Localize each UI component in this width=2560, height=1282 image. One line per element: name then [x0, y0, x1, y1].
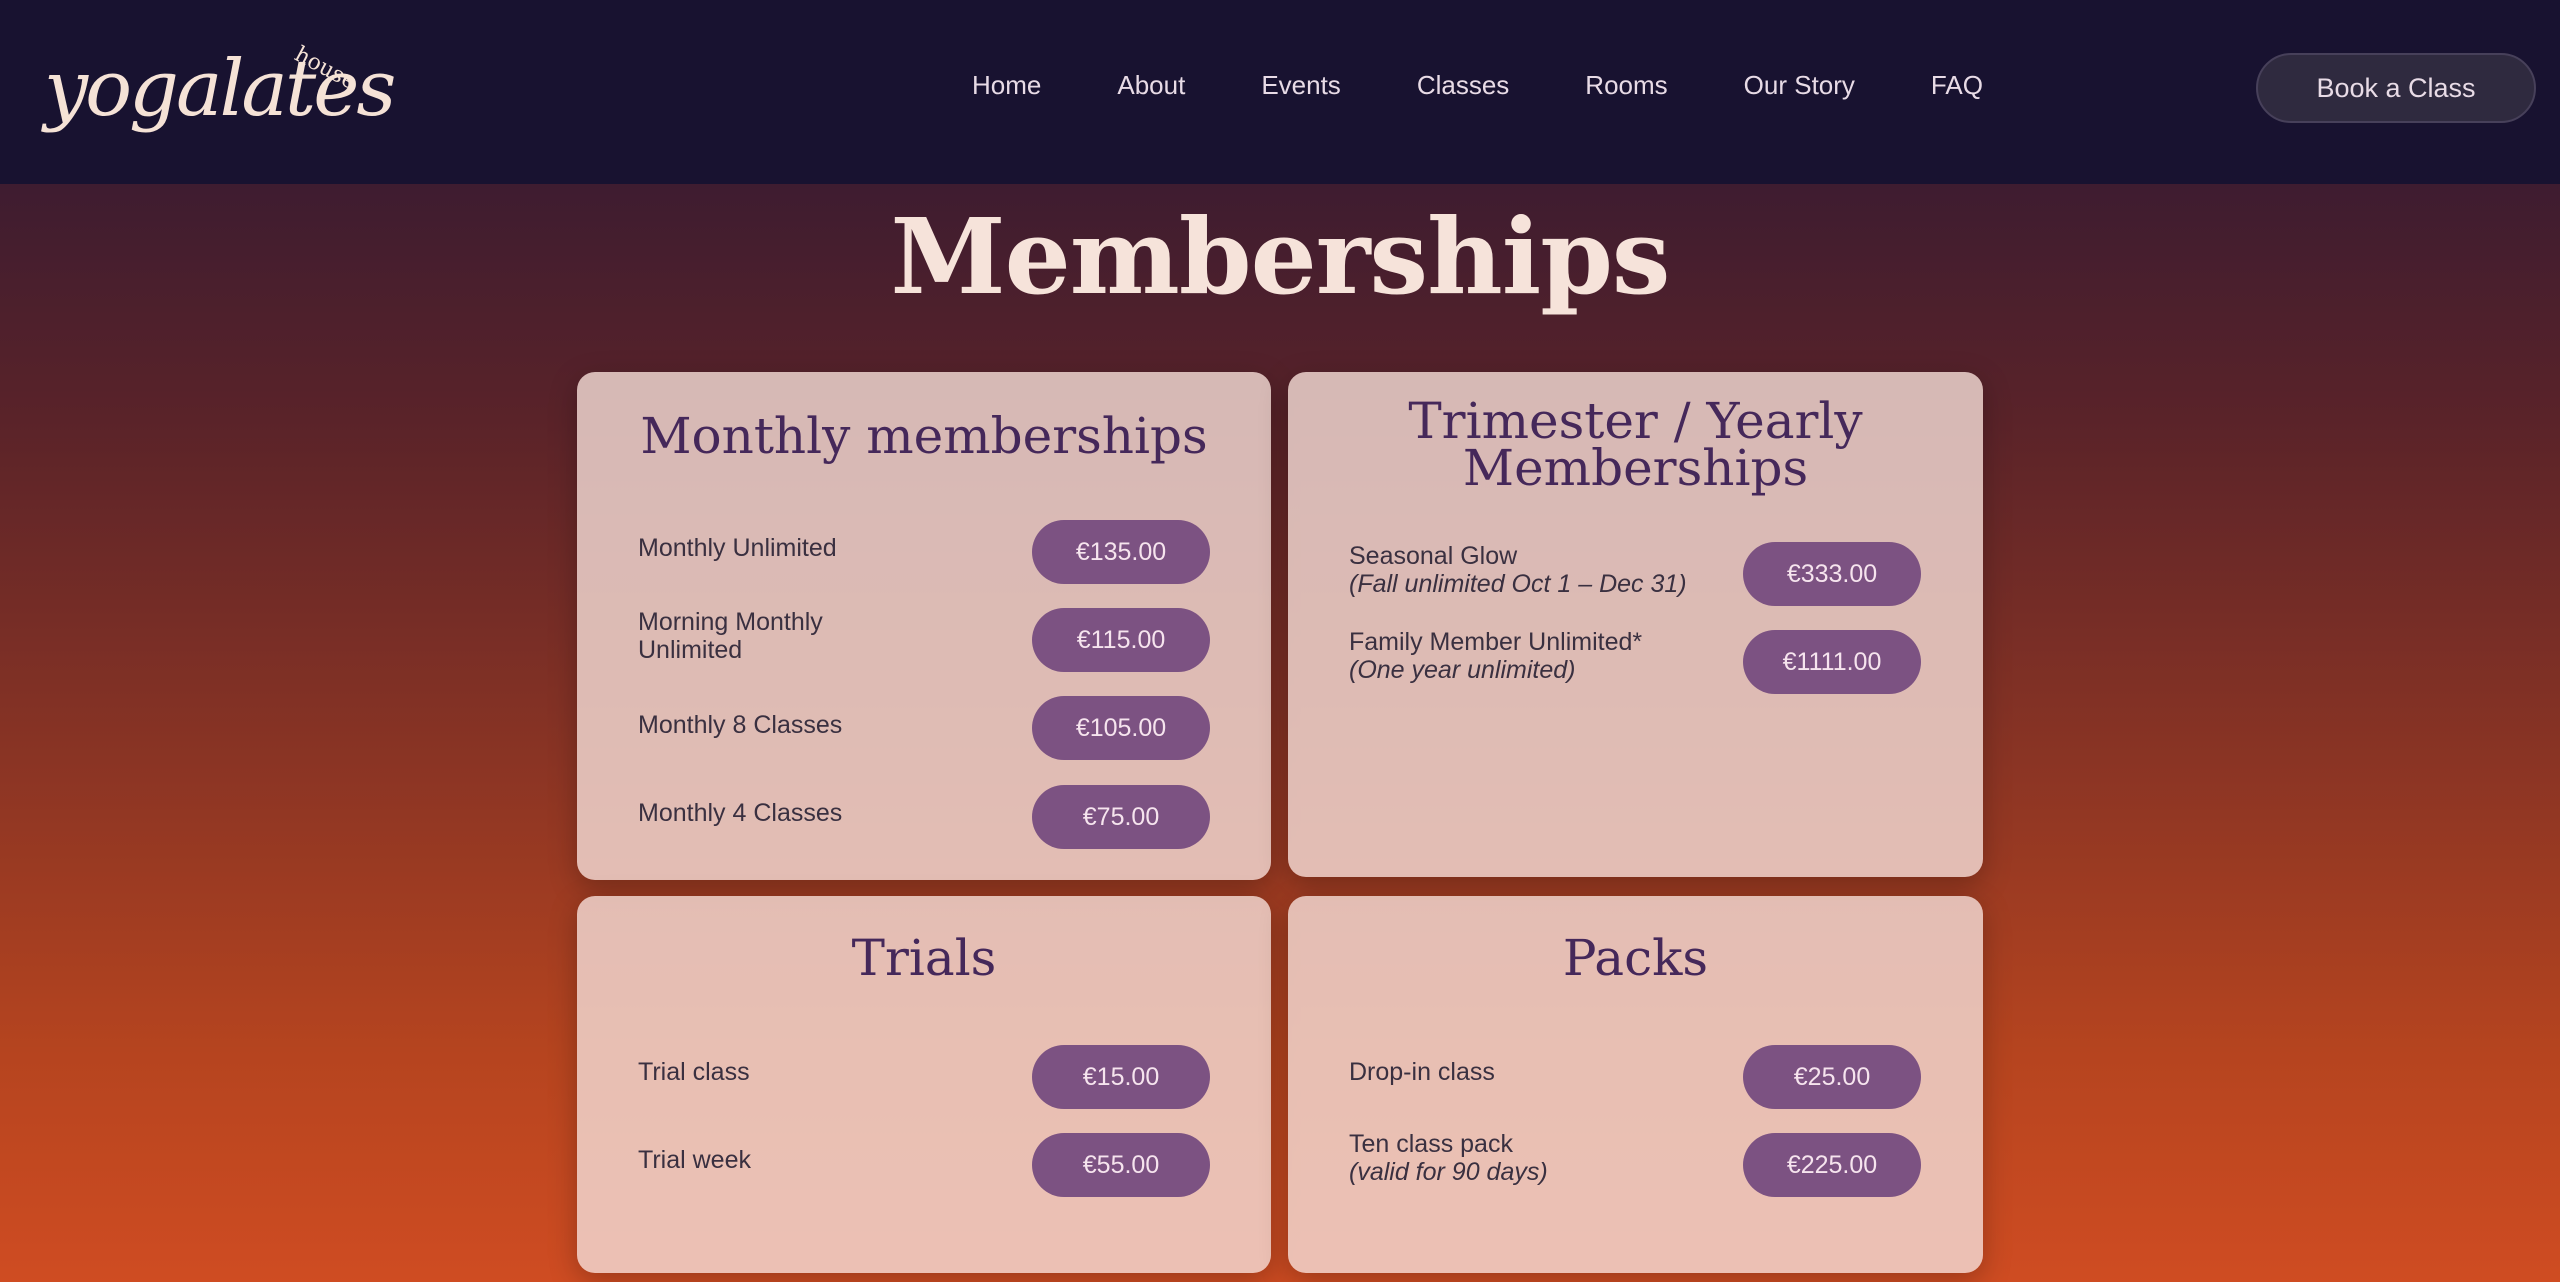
membership-label: Morning Monthly Unlimited [638, 608, 823, 664]
card-title: Monthly memberships [640, 407, 1208, 465]
main-nav: Home About Events Classes Rooms Our Stor… [972, 70, 1983, 101]
price-button[interactable]: €333.00 [1743, 542, 1921, 606]
price-button[interactable]: €25.00 [1743, 1045, 1921, 1109]
site-header: yogalates house Home About Events Classe… [0, 0, 2560, 184]
nav-rooms[interactable]: Rooms [1585, 70, 1667, 101]
monthly-memberships-card: Monthly memberships Monthly Unlimited €1… [577, 372, 1271, 880]
card-title: Trials [851, 929, 997, 987]
yogalates-logo[interactable]: yogalates house [44, 40, 396, 140]
nav-faq[interactable]: FAQ [1931, 70, 1983, 101]
nav-about[interactable]: About [1117, 70, 1185, 101]
membership-label: Trial class [638, 1058, 750, 1086]
price-button[interactable]: €75.00 [1032, 785, 1210, 849]
book-class-button[interactable]: Book a Class [2256, 53, 2536, 123]
price-button[interactable]: €105.00 [1032, 696, 1210, 760]
trials-card: Trials Trial class €15.00 Trial week €55… [577, 896, 1271, 1273]
price-button[interactable]: €55.00 [1032, 1133, 1210, 1197]
membership-label: Monthly 4 Classes [638, 799, 843, 827]
price-button[interactable]: €225.00 [1743, 1133, 1921, 1197]
price-button[interactable]: €1111.00 [1743, 630, 1921, 694]
membership-label: Seasonal Glow (Fall unlimited Oct 1 – De… [1349, 542, 1687, 598]
nav-our-story[interactable]: Our Story [1744, 70, 1855, 101]
membership-note: (valid for 90 days) [1349, 1158, 1548, 1186]
membership-label: Trial week [638, 1146, 751, 1174]
nav-events[interactable]: Events [1261, 70, 1341, 101]
card-title: Packs [1562, 929, 1709, 987]
card-title-line1: Trimester / Yearly [1408, 392, 1863, 450]
membership-label: Family Member Unlimited* (One year unlim… [1349, 628, 1642, 684]
nav-home[interactable]: Home [972, 70, 1041, 101]
membership-note: (One year unlimited) [1349, 656, 1576, 684]
price-button[interactable]: €115.00 [1032, 608, 1210, 672]
membership-label: Drop-in class [1349, 1058, 1495, 1086]
price-button[interactable]: €135.00 [1032, 520, 1210, 584]
page-title: Memberships [890, 195, 1671, 318]
membership-label: Monthly Unlimited [638, 534, 837, 562]
price-button[interactable]: €15.00 [1032, 1045, 1210, 1109]
membership-name: Seasonal Glow [1349, 542, 1518, 570]
membership-name: Family Member Unlimited* [1349, 628, 1643, 656]
card-title-line2: Memberships [1462, 439, 1809, 497]
membership-label: Monthly 8 Classes [638, 711, 843, 739]
nav-classes[interactable]: Classes [1417, 70, 1509, 101]
membership-note: (Fall unlimited Oct 1 – Dec 31) [1349, 570, 1687, 598]
membership-label: Ten class pack (valid for 90 days) [1349, 1130, 1548, 1186]
yearly-memberships-card: Trimester / Yearly Memberships Seasonal … [1288, 372, 1983, 877]
membership-name: Ten class pack [1349, 1130, 1513, 1158]
packs-card: Packs Drop-in class €25.00 Ten class pac… [1288, 896, 1983, 1273]
